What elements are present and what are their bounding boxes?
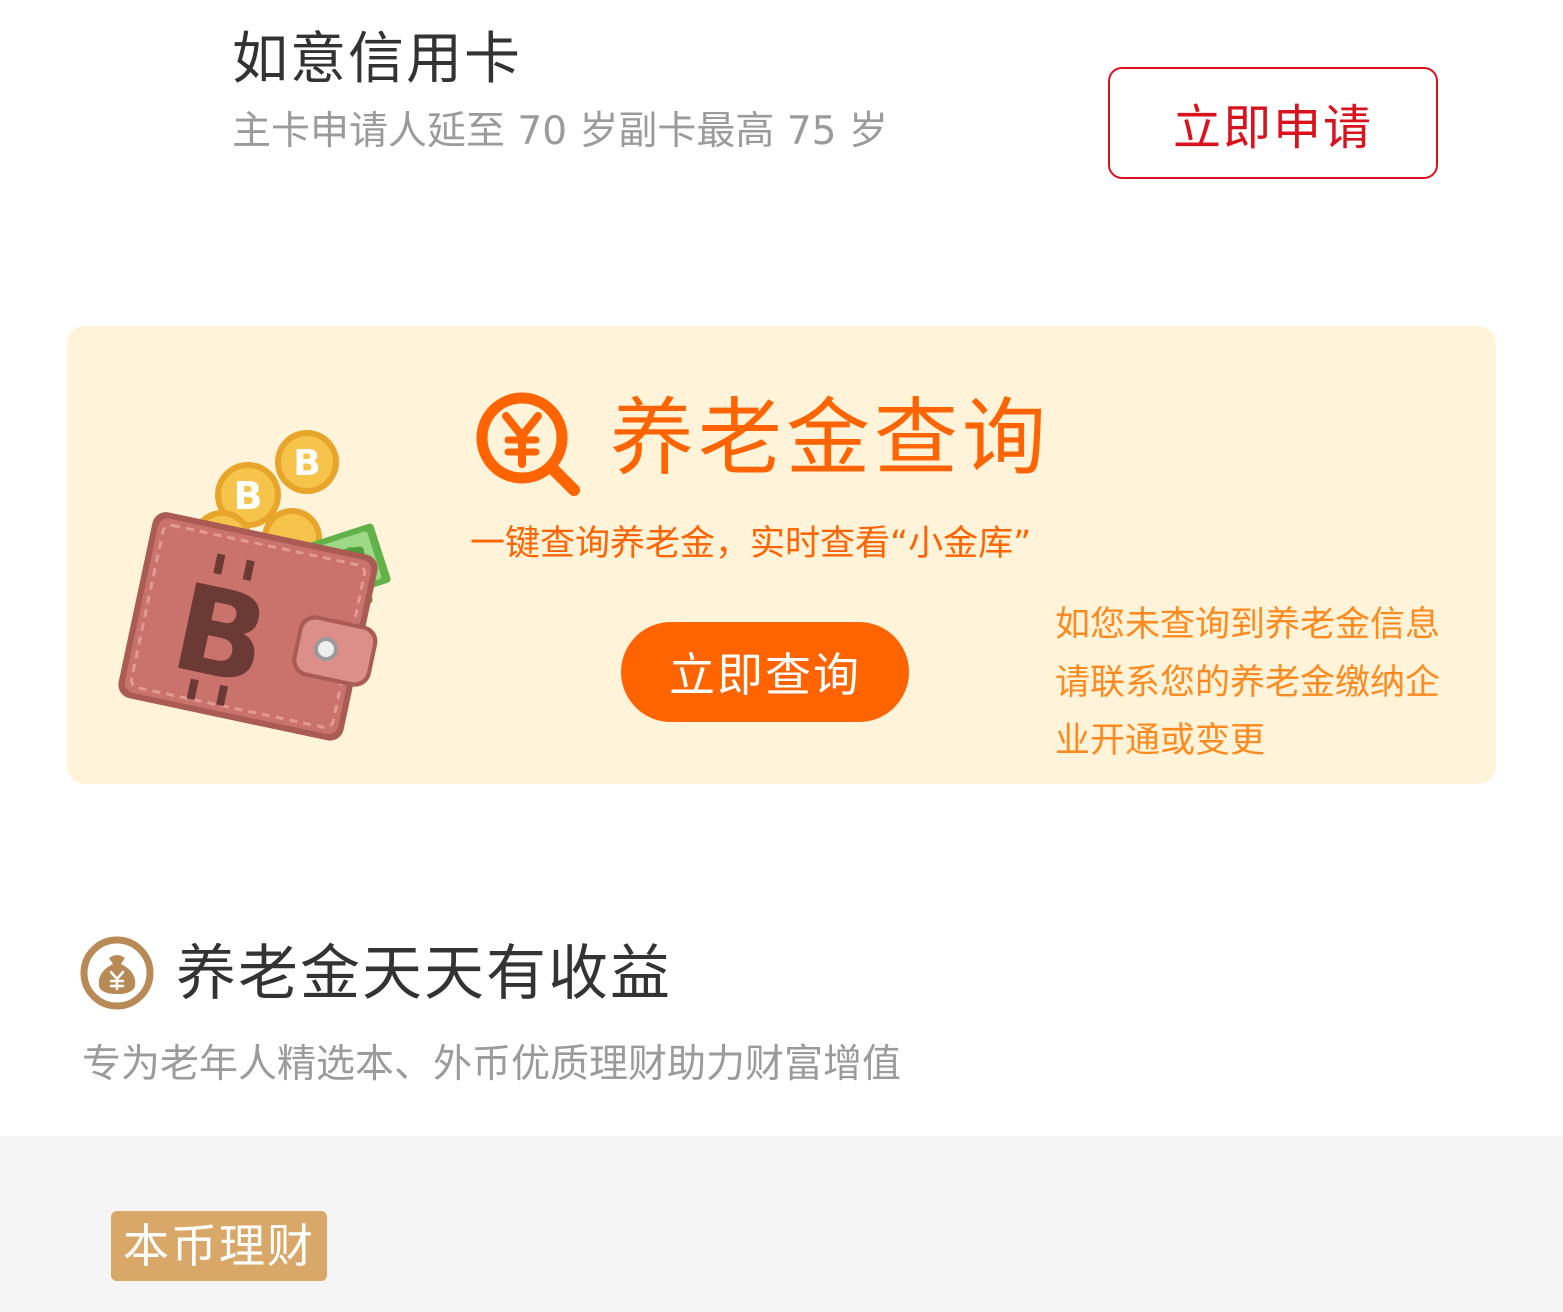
- pension-note-line: 业开通或变更: [1055, 721, 1266, 761]
- svg-text:B: B: [293, 443, 320, 484]
- pension-note-line: 请联系您的养老金缴纳企: [1055, 663, 1441, 703]
- svg-text:B: B: [234, 474, 263, 518]
- yuan-search-icon: [476, 392, 580, 496]
- moneybag-icon: [80, 936, 154, 1010]
- credit-card-subtitle: 主卡申请人延至 70 岁副卡最高 75 岁: [232, 109, 888, 154]
- credit-card-title: 如意信用卡: [232, 27, 522, 92]
- wallet-bitcoin-icon: B B B: [118, 430, 391, 741]
- pension-query-title: 养老金查询: [610, 389, 1051, 487]
- pension-note-line: 如您未查询到养老金信息: [1055, 605, 1441, 645]
- section-title: 养老金天天有收益: [176, 939, 672, 1009]
- pension-query-subtitle: 一键查询养老金，实时查看“小金库”: [470, 524, 1032, 564]
- query-now-button[interactable]: 立即查询: [621, 622, 909, 722]
- section-subtitle: 专为老年人精选本、外币优质理财助力财富增值: [82, 1042, 902, 1087]
- pension-query-note: 如您未查询到养老金信息 请联系您的养老金缴纳企 业开通或变更: [1055, 596, 1475, 770]
- local-currency-wealth-tag[interactable]: 本币理财: [111, 1211, 327, 1281]
- apply-now-button[interactable]: 立即申请: [1108, 67, 1438, 179]
